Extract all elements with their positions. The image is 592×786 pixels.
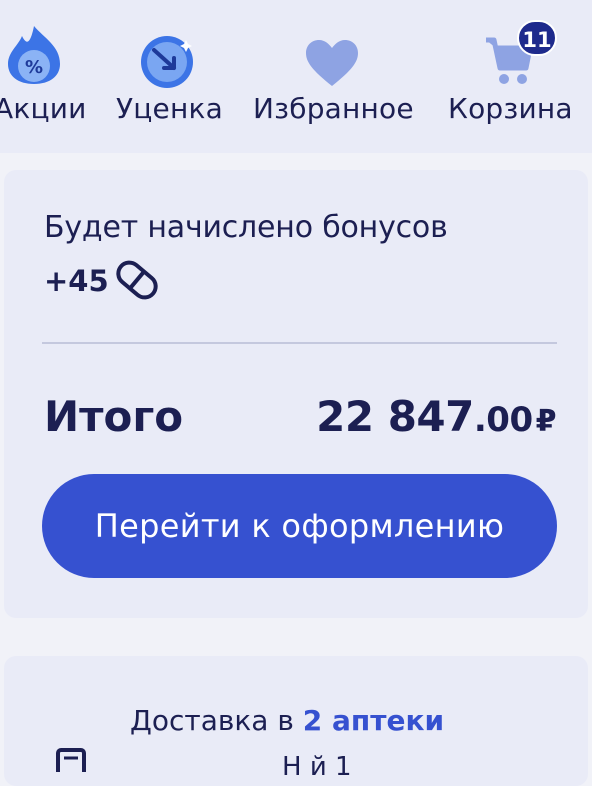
total-amount: 22 847.00 ₽ xyxy=(316,392,556,441)
delivery-prefix: Доставка в xyxy=(130,704,303,737)
delivery-pharmacies-link[interactable]: 2 аптеки xyxy=(303,704,444,737)
nav-item-promotions[interactable]: % Акции xyxy=(0,0,90,153)
heart-icon xyxy=(306,40,358,86)
nav-item-favorites[interactable]: Избранное xyxy=(250,0,415,153)
total-int: 22 847 xyxy=(316,392,474,441)
top-nav: % Акции Уценка Избранное Корзина 11 xyxy=(0,0,592,153)
markdown-arrow-icon xyxy=(141,36,193,88)
fire-discount-icon: % xyxy=(8,26,60,84)
total-cents: .00 xyxy=(473,400,533,440)
bonus-value: +45 xyxy=(44,264,109,298)
delivery-partial-text: Н й 1 xyxy=(282,752,352,782)
cart-count-badge: 11 xyxy=(517,20,557,56)
delivery-text: Доставка в 2 аптеки xyxy=(130,704,444,737)
nav-label-promotions: Акции xyxy=(0,92,87,125)
divider xyxy=(42,342,557,344)
nav-item-cart[interactable]: Корзина xyxy=(440,0,592,153)
total-label: Итого xyxy=(44,392,184,441)
nav-label-favorites: Избранное xyxy=(253,92,414,125)
nav-label-cart: Корзина xyxy=(448,92,573,125)
document-icon xyxy=(56,748,86,772)
pill-icon xyxy=(116,260,158,300)
svg-text:%: % xyxy=(25,57,43,78)
nav-label-markdown: Уценка xyxy=(116,92,223,125)
nav-item-markdown[interactable]: Уценка xyxy=(108,0,223,153)
currency-symbol: ₽ xyxy=(535,404,557,439)
checkout-button[interactable]: Перейти к оформлению xyxy=(42,474,557,578)
bonus-title: Будет начислено бонусов xyxy=(44,210,448,245)
